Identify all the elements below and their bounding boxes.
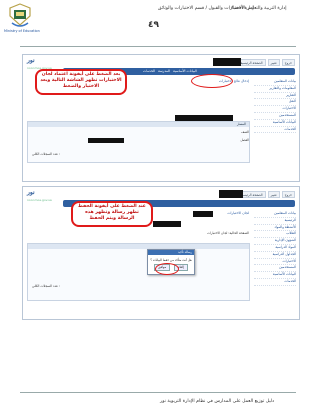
- sidebar-item[interactable]: الرئيسية: [254, 218, 296, 225]
- sidebar-item[interactable]: الجداول الدراسية: [254, 252, 296, 259]
- screenshot-exam-committees: نور noor.moe.gov.sa الصفحة الرئيسية تغيي…: [22, 186, 300, 320]
- sidebar-menu: بيانات المتعلمين الرئيسية الأنشطة والموا…: [254, 211, 296, 286]
- top-link-logout[interactable]: خروج: [281, 191, 295, 198]
- ministry-logo-icon: [9, 3, 31, 27]
- noor-brand: نور noor.moe.gov.sa: [27, 189, 52, 202]
- sidebar-item[interactable]: بيانات المتعلمين: [254, 79, 296, 86]
- sidebar-item[interactable]: بيانات المتعلمين: [254, 211, 296, 218]
- info-row: الصفحة الحالية: لجان الاختبارات: [207, 231, 249, 235]
- top-link-logout[interactable]: خروج: [281, 59, 295, 66]
- redacted-term: [153, 221, 181, 227]
- highlight-oval-ok: [155, 263, 179, 275]
- field-row-grade: الصف: [241, 130, 249, 134]
- field-row-class: الفصل: [240, 138, 249, 142]
- top-link-change[interactable]: تغيير: [267, 191, 280, 198]
- sidebar-item[interactable]: الشؤون الإدارية: [254, 238, 296, 245]
- tab-school[interactable]: المدرسة: [158, 68, 170, 75]
- pane-header: [28, 244, 249, 249]
- footer-text: دليل توزيع العمل على المدارس في نظام الإ…: [160, 399, 275, 404]
- sidebar-item[interactable]: الخدمات: [254, 279, 296, 286]
- dialog-title: رسالة تأكيد: [148, 250, 194, 255]
- tab-basic-data[interactable]: البيانات الأساسية: [173, 68, 197, 75]
- top-link-change[interactable]: تغيير: [267, 59, 280, 66]
- page-number: ٤٩: [148, 20, 159, 30]
- top-link-home[interactable]: الصفحة الرئيسية: [237, 59, 266, 66]
- main-tabs: البيانات الأساسية المدرسة الخدمات: [143, 68, 197, 75]
- header-divider: [20, 46, 296, 47]
- top-links: الصفحة الرئيسية تغيير خروج: [237, 191, 295, 198]
- top-links: الصفحة الرئيسية تغيير خروج: [237, 59, 295, 66]
- instruction-callout: عند الضغط على أيقونة الحفظ تظهر رسالة وت…: [71, 201, 153, 227]
- tab-services[interactable]: الخدمات: [143, 68, 155, 75]
- sidebar-item[interactable]: التقارير: [254, 93, 296, 100]
- sidebar-item[interactable]: البيانات الأساسية: [254, 272, 296, 279]
- sidebar-item[interactable]: البيانات الأساسية: [254, 120, 296, 127]
- records-total: عدد السجلات الكلي :: [32, 284, 61, 288]
- dialog-message: هل أنت متأكد من حفظ البيانات ؟: [150, 258, 192, 262]
- redacted-username: [219, 190, 243, 198]
- screenshot-exam-results: نور noor.moe.gov.sa الصفحة الرئيسية تغيي…: [22, 54, 300, 182]
- filter-pane: المسار الصف الفصل عدد السجلات الكلي :: [27, 121, 250, 163]
- ministry-name-en: Ministry of Education: [4, 29, 40, 33]
- sidebar-item[interactable]: المعلومات والتقارير: [254, 86, 296, 93]
- sidebar-item[interactable]: المستخدمين: [254, 113, 296, 120]
- committees-pane: عدد السجلات الكلي :: [27, 243, 250, 301]
- sidebar-item[interactable]: النقل: [254, 99, 296, 107]
- education-department-line: إدارة التربية والتعليم بالأحساء: [231, 6, 287, 11]
- sidebar-item[interactable]: الأنشطة والمواد: [254, 225, 296, 232]
- sidebar-item[interactable]: المواد الدراسية: [254, 245, 296, 252]
- sidebar-item[interactable]: الطلاب: [254, 231, 296, 239]
- redacted-school: [193, 211, 213, 217]
- redacted-username: [213, 58, 241, 66]
- sidebar-item[interactable]: الخدمات: [254, 127, 296, 134]
- records-total: عدد السجلات الكلي :: [32, 152, 61, 156]
- breadcrumb: لجان الاختبارات: [227, 211, 249, 215]
- sidebar-menu: بيانات المتعلمين المعلومات والتقارير الت…: [254, 79, 296, 134]
- document-header: Ministry of Education إدارة الاختبارات و…: [0, 0, 320, 36]
- highlight-oval-approve: [191, 74, 233, 88]
- sidebar-item[interactable]: الاختبارات: [254, 259, 296, 266]
- footer-divider: [20, 392, 296, 393]
- redacted-field: [88, 138, 124, 143]
- instruction-callout: بعد الضغط على أيقونة اعتماد لجان الاختبا…: [35, 69, 127, 95]
- pane-header: المسار: [28, 122, 249, 127]
- sidebar-item[interactable]: الاختبارات: [254, 106, 296, 113]
